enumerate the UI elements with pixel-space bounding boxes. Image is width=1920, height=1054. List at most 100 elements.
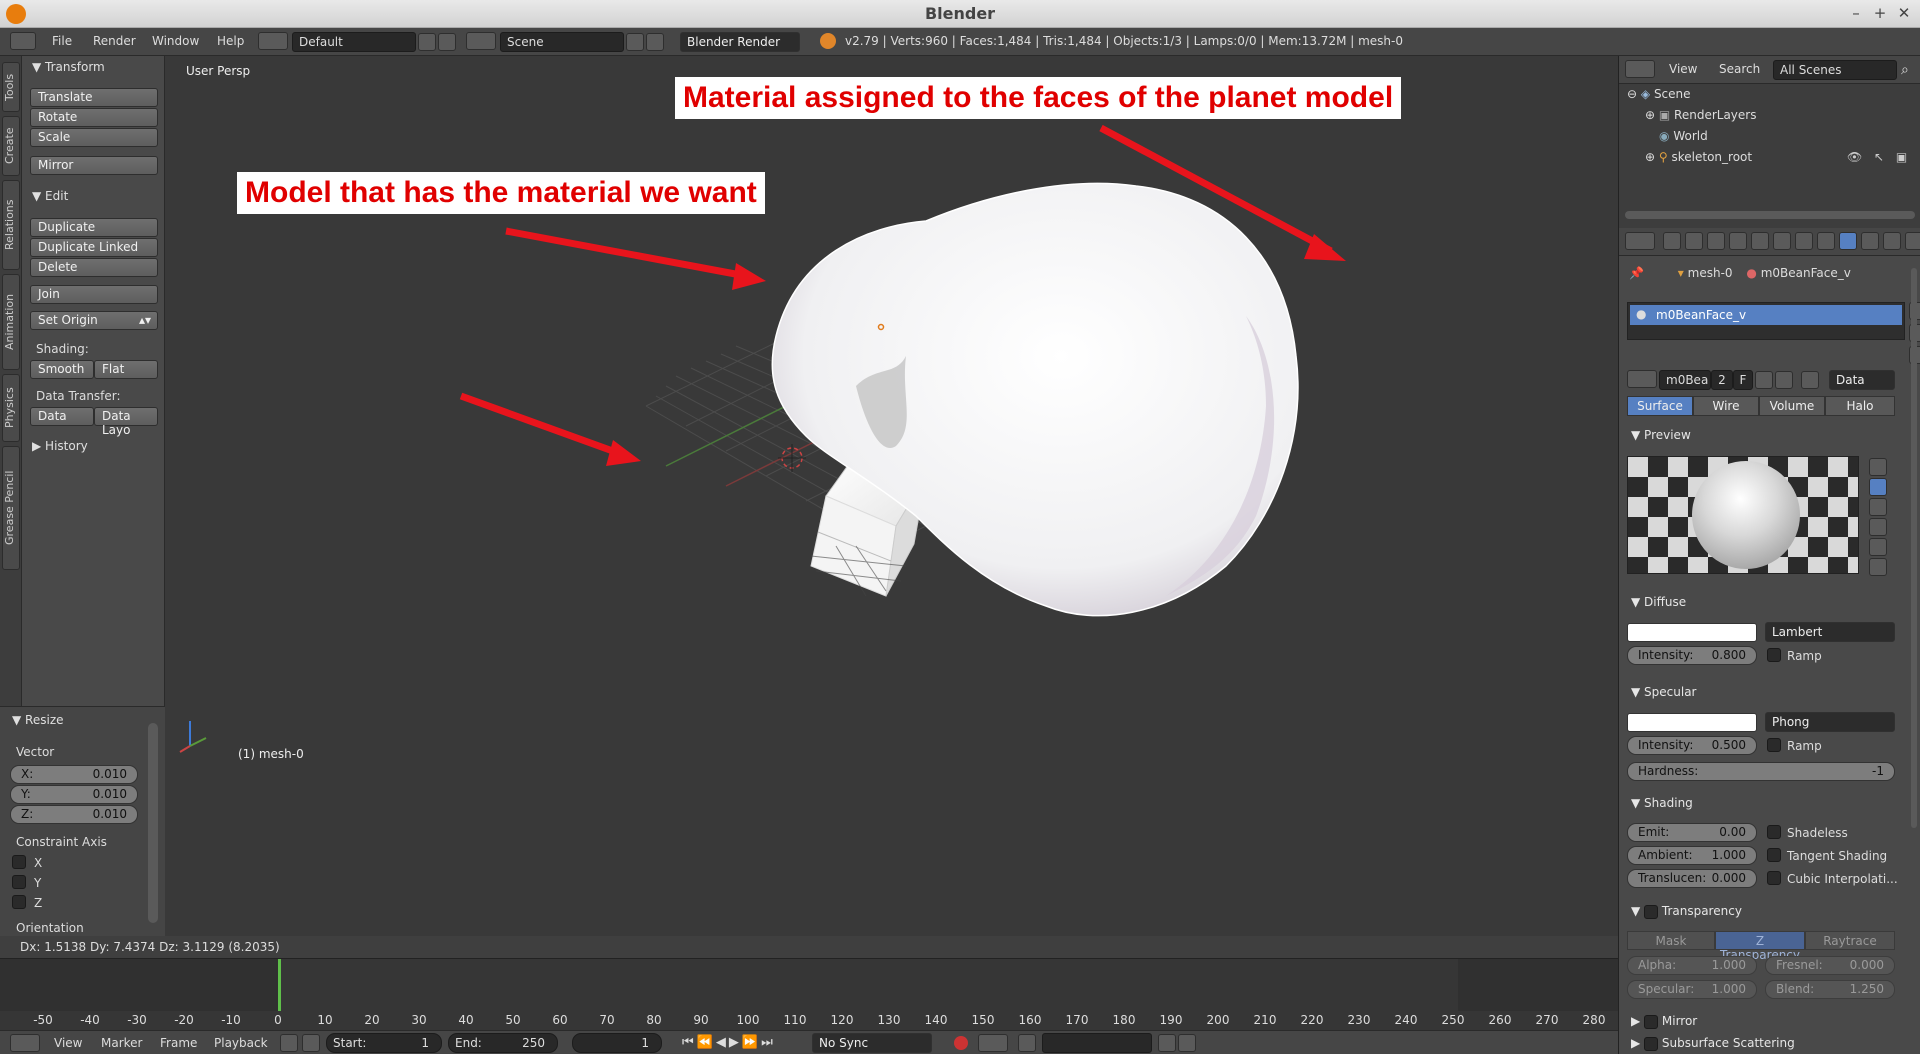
menu-window[interactable]: Window [152, 34, 199, 48]
mirror-panel-header[interactable]: ▶ Mirror [1631, 1014, 1697, 1029]
outliner-menu-search[interactable]: Search [1719, 62, 1760, 76]
preview-flat-icon[interactable] [1869, 458, 1887, 476]
end-frame-field[interactable]: End: 250 [448, 1033, 558, 1053]
outliner-editor-type-icon[interactable] [1625, 60, 1655, 78]
trans-mask-tab[interactable]: Mask [1627, 931, 1715, 950]
outliner-display-mode[interactable]: All Scenes [1773, 60, 1897, 80]
menu-render[interactable]: Render [93, 34, 136, 48]
sss-checkbox[interactable] [1644, 1036, 1659, 1051]
context-world-icon[interactable] [1729, 232, 1747, 250]
layout-field[interactable]: Default [292, 32, 416, 52]
diffuse-panel-header[interactable]: ▼ Diffuse [1631, 595, 1686, 609]
mirror-checkbox[interactable] [1644, 1014, 1659, 1029]
outliner-menu-view[interactable]: View [1669, 62, 1697, 76]
fresnel-field[interactable]: Fresnel: 0.000 [1765, 956, 1895, 975]
blend-field[interactable]: Blend: 1.250 [1765, 980, 1895, 999]
constraint-y-checkbox[interactable] [12, 875, 26, 889]
info-editor-type-icon[interactable] [10, 32, 36, 50]
trans-raytrace-tab[interactable]: Raytrace [1805, 931, 1895, 950]
material-node-icon[interactable] [1801, 371, 1819, 389]
outliner-item-scene[interactable]: ⊖ ◈ Scene [1627, 87, 1691, 101]
context-texture-icon[interactable] [1861, 232, 1879, 250]
timeline[interactable]: -50 -40 -30 -20 -10 0 10 20 30 40 50 60 70 80 90 100 110… [0, 958, 1618, 1030]
current-frame-marker[interactable] [278, 959, 281, 1011]
tab-volume[interactable]: Volume [1759, 396, 1825, 416]
constraint-z-checkbox[interactable] [12, 895, 26, 909]
specular-intensity-field[interactable]: Intensity: 0.500 [1627, 736, 1757, 755]
tab-tools[interactable]: Tools [2, 62, 20, 112]
preview-monkey-icon[interactable] [1869, 518, 1887, 536]
add-layout-icon[interactable] [418, 33, 436, 51]
material-slot-item[interactable]: ● m0BeanFace_v [1630, 305, 1902, 325]
mirror-button[interactable]: Mirror [30, 156, 158, 175]
preview-range-icon[interactable] [280, 1034, 298, 1052]
hardness-field[interactable]: Hardness: -1 [1627, 762, 1895, 781]
translate-button[interactable]: Translate [30, 88, 158, 107]
resize-x-field[interactable]: X: 0.010 [10, 765, 138, 784]
active-keying-set-field[interactable] [1042, 1033, 1152, 1053]
constraint-x-checkbox[interactable] [12, 855, 26, 869]
rotate-button[interactable]: Rotate [30, 108, 158, 127]
operator-panel-scrollbar[interactable] [148, 723, 158, 923]
tab-halo[interactable]: Halo [1825, 396, 1895, 416]
material-link-select[interactable]: Data [1829, 370, 1895, 390]
scale-button[interactable]: Scale [30, 128, 158, 147]
specular-color-swatch[interactable] [1627, 713, 1757, 732]
insert-keyframe-icon[interactable] [1158, 1034, 1176, 1052]
tab-create[interactable]: Create [2, 116, 20, 176]
render-engine-select[interactable]: Blender Render [680, 32, 800, 52]
outliner-item-world[interactable]: ◉ World [1659, 129, 1708, 143]
tab-surface[interactable]: Surface [1627, 396, 1693, 416]
context-constraints-icon[interactable] [1773, 232, 1791, 250]
preview-sky-icon[interactable] [1869, 558, 1887, 576]
keyframe-icon[interactable] [1018, 1034, 1036, 1052]
start-frame-field[interactable]: Start: 1 [326, 1033, 442, 1053]
set-origin-dropdown[interactable]: Set Origin ▴▾ [30, 311, 158, 330]
tab-wire[interactable]: Wire [1693, 396, 1759, 416]
flat-button[interactable]: Flat [94, 360, 158, 379]
shadeless-checkbox[interactable] [1767, 825, 1781, 839]
unlink-material-icon[interactable] [1775, 371, 1793, 389]
current-frame-field[interactable]: 1 [572, 1033, 662, 1053]
translucency-field[interactable]: Translucen: 0.000 [1627, 869, 1757, 888]
resize-y-field[interactable]: Y: 0.010 [10, 785, 138, 804]
emit-field[interactable]: Emit: 0.00 [1627, 823, 1757, 842]
pin-icon[interactable]: 📌 [1629, 266, 1644, 280]
fake-user-toggle[interactable]: F [1733, 370, 1753, 390]
menu-file[interactable]: File [52, 34, 72, 48]
context-data-icon[interactable] [1817, 232, 1835, 250]
join-button[interactable]: Join [30, 285, 158, 304]
specular-panel-header[interactable]: ▼ Specular [1631, 685, 1697, 699]
timeline-menu-marker[interactable]: Marker [101, 1036, 142, 1050]
preview-sphere-icon[interactable] [1869, 478, 1887, 496]
specular-shader-select[interactable]: Phong [1765, 712, 1895, 732]
outliner-item-renderlayers[interactable]: ⊕ ▣ RenderLayers [1645, 108, 1756, 122]
outliner-scrollbar[interactable] [1625, 211, 1915, 219]
close-button[interactable]: ✕ [1894, 3, 1914, 23]
keying-set-icon[interactable] [978, 1034, 1008, 1052]
tab-animation[interactable]: Animation [2, 274, 20, 370]
browse-material-icon[interactable] [1627, 370, 1657, 388]
minimize-button[interactable]: – [1846, 3, 1866, 23]
preview-hair-icon[interactable] [1869, 538, 1887, 556]
diffuse-color-swatch[interactable] [1627, 623, 1757, 642]
properties-editor-type-icon[interactable] [1625, 232, 1655, 250]
ambient-field[interactable]: Ambient: 1.000 [1627, 846, 1757, 865]
transparency-checkbox[interactable] [1644, 904, 1659, 919]
visibility-icons[interactable]: 👁 ↖ ▣ [1847, 150, 1911, 164]
transform-panel-header[interactable]: ▼ Transform [32, 60, 105, 74]
diffuse-ramp-checkbox[interactable] [1767, 648, 1781, 662]
transparency-panel-header[interactable]: ▼ Transparency [1631, 904, 1742, 919]
timeline-menu-playback[interactable]: Playback [214, 1036, 268, 1050]
lock-range-icon[interactable] [302, 1034, 320, 1052]
diffuse-intensity-field[interactable]: Intensity: 0.800 [1627, 646, 1757, 665]
duplicate-button[interactable]: Duplicate [30, 218, 158, 237]
context-object-icon[interactable] [1751, 232, 1769, 250]
duplicate-linked-button[interactable]: Duplicate Linked [30, 238, 158, 257]
outliner-item-skeleton-root[interactable]: ⊕ ⚲ skeleton_root [1645, 150, 1752, 164]
material-users-count[interactable]: 2 [1711, 370, 1733, 390]
remove-layout-icon[interactable] [438, 33, 456, 51]
remove-scene-icon[interactable] [646, 33, 664, 51]
tab-relations[interactable]: Relations [2, 180, 20, 270]
new-material-icon[interactable] [1755, 371, 1773, 389]
